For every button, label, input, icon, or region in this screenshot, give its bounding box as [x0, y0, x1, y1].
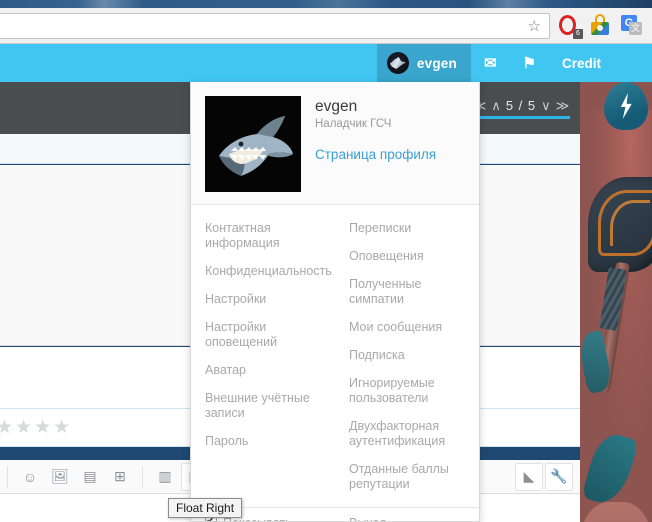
menu-item-password[interactable]: Пароль [205, 428, 321, 456]
menu-item-conversations[interactable]: Переписки [349, 215, 465, 243]
insert-icon[interactable]: ⊞ [106, 463, 134, 491]
menu-item-external-accounts[interactable]: Внешние учётные записи [205, 385, 321, 428]
account-menu-right-column: Переписки Оповещения Полученные симпатии… [335, 215, 479, 499]
account-menu-columns: Контактная информация Конфиденциальность… [191, 205, 479, 499]
star-rating[interactable]: ★★★★ [0, 416, 72, 439]
avatar [386, 52, 409, 74]
screen: ☆ 6 G 文 e [0, 0, 652, 522]
pagination-row: ≪ ∧ 5 / 5 ∨ ≫ [473, 98, 570, 113]
nav-account-label: evgen [416, 55, 457, 71]
menu-item-contact-info[interactable]: Контактная информация [205, 215, 321, 258]
account-menu-header: evgen Наладчик ГСЧ Страница профиля [191, 82, 479, 204]
nav-credit-link[interactable]: Credit [549, 44, 614, 82]
account-meta: evgen Наладчик ГСЧ Страница профиля [315, 96, 436, 192]
menu-item-my-posts[interactable]: Мои сообщения [349, 314, 465, 342]
nav-right-spacer [614, 44, 652, 82]
bookmark-star-icon[interactable]: ☆ [528, 19, 541, 34]
account-user-title: Наладчик ГСЧ [315, 118, 392, 130]
account-avatar-image [205, 96, 301, 192]
envelope-icon: ✉ [483, 54, 497, 72]
google-translate-icon[interactable]: G 文 [620, 14, 642, 36]
translate-letter-secondary: 文 [629, 22, 642, 35]
account-username: evgen [315, 98, 358, 115]
desktop-background-strip [0, 0, 652, 8]
extension-badge-count: 6 [573, 29, 583, 39]
menu-item-privacy[interactable]: Конфиденциальность [205, 258, 332, 286]
extension-icons: 6 G 文 [558, 14, 642, 39]
toolbar-right-group: ◣ 🔧 [514, 462, 580, 491]
site-background-artwork [580, 82, 652, 522]
float-left-icon[interactable]: ▥ [151, 463, 179, 491]
lock-body [591, 22, 609, 35]
menu-item-reputation-given[interactable]: Отданные баллы репутации [349, 456, 465, 499]
lightning-bolt-icon[interactable] [604, 82, 648, 130]
pagination-count: 5 / 5 [505, 97, 537, 113]
shark-avatar-art [219, 116, 293, 176]
wrench-icon[interactable]: 🔧 [545, 462, 573, 491]
nav-inbox-button[interactable]: ✉ [471, 44, 510, 82]
toolbar-insert-group: ☺ 🖼 ▤ ⊞ [15, 460, 135, 494]
pagination-prev-button[interactable]: ∧ [491, 99, 501, 112]
menu-item-likes-received[interactable]: Полученные симпатии [349, 271, 465, 314]
flag-icon: ⚑ [522, 54, 536, 72]
menu-item-logout[interactable]: Выход [335, 508, 479, 521]
browser-toolbar: ☆ 6 G 文 [0, 8, 652, 44]
menu-item-settings[interactable]: Настройки [205, 286, 321, 314]
opera-extension-icon[interactable]: 6 [558, 14, 583, 39]
eraser-icon[interactable]: ◣ [515, 462, 543, 491]
menu-item-alert-settings[interactable]: Настройки оповещений [205, 314, 321, 357]
menu-item-two-factor-auth[interactable]: Двухфакторная аутентификация [349, 413, 465, 456]
pagination: ≪ ∧ 5 / 5 ∨ ≫ [472, 82, 570, 134]
profile-page-link[interactable]: Страница профиля [315, 147, 436, 162]
art-teal-shape-2 [581, 429, 639, 509]
media-icon[interactable]: ▤ [76, 463, 104, 491]
progress-bar [472, 115, 570, 119]
nav-account-button[interactable]: evgen [376, 44, 471, 82]
image-icon[interactable]: 🖼 [46, 463, 74, 491]
menu-item-subscription[interactable]: Подписка [349, 342, 465, 370]
menu-item-alerts[interactable]: Оповещения [349, 243, 465, 271]
account-menu-left-column: Контактная информация Конфиденциальность… [191, 215, 335, 499]
toolbar-divider-1 [142, 465, 143, 488]
menu-item-avatar[interactable]: Аватар [205, 357, 321, 385]
address-bar[interactable]: ☆ [0, 13, 550, 39]
menu-item-ignored-users[interactable]: Игнорируемые пользователи [349, 370, 465, 413]
art-figure-shape [580, 502, 652, 522]
pagination-last-button[interactable]: ≫ [556, 99, 570, 112]
smiley-icon[interactable]: ☺ [16, 463, 44, 491]
toolbar-divider-0 [7, 465, 8, 488]
lock-extension-icon[interactable] [589, 14, 611, 36]
tooltip: Float Right [168, 498, 243, 518]
pagination-next-button[interactable]: ∨ [541, 99, 551, 112]
nav-alerts-button[interactable]: ⚑ [510, 44, 549, 82]
site-navigation-bar: evgen ✉ ⚑ Credit [0, 44, 652, 82]
account-dropdown-menu: evgen Наладчик ГСЧ Страница профиля Конт… [190, 82, 480, 522]
